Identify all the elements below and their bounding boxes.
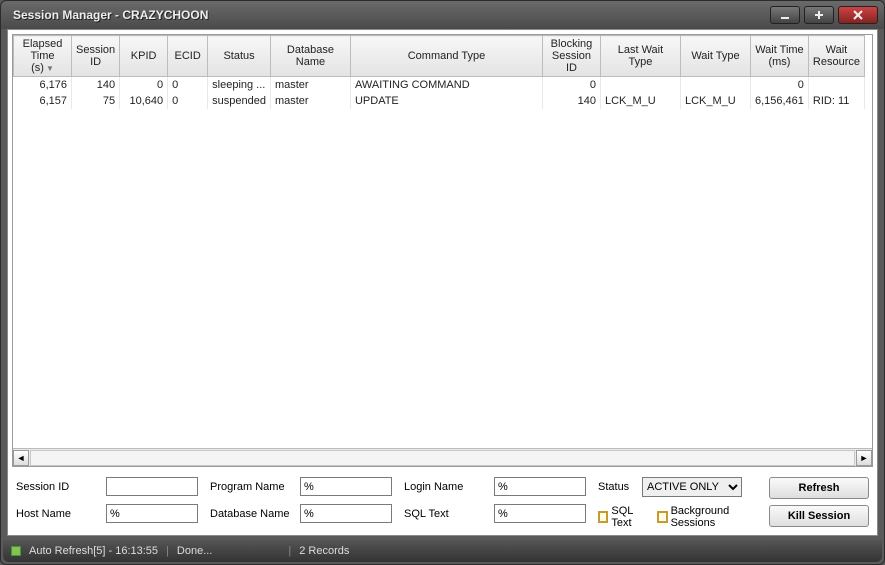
scroll-right-button[interactable]: ► [856, 450, 872, 466]
background-sessions-checkbox[interactable]: Background Sessions [657, 505, 757, 529]
minimize-button[interactable] [770, 6, 800, 24]
column-header[interactable]: KPID [120, 36, 168, 77]
kill-session-button[interactable]: Kill Session [769, 505, 869, 527]
cell-lastwait: LCK_M_U [600, 93, 680, 109]
status-auto-refresh: Auto Refresh[5] - 16:13:55 [29, 545, 158, 557]
status-separator: | [288, 545, 291, 557]
cell-session: 75 [72, 93, 120, 109]
statusbar: Auto Refresh[5] - 16:13:55 | Done... | 2… [3, 540, 882, 562]
cell-wait: LCK_M_U [680, 93, 750, 109]
cell-status: suspended [208, 93, 271, 109]
filters-panel: Session ID Host Name Program Name Databa… [8, 471, 877, 535]
database-name-label: Database Name [210, 508, 296, 520]
cell-status: sleeping ... [208, 77, 271, 93]
cell-kpid: 10,640 [120, 93, 168, 109]
column-header[interactable]: Wait Time (ms) [750, 36, 808, 77]
cell-waitms: 0 [750, 77, 808, 93]
sql-text-checkbox-label: SQL Text [611, 505, 647, 529]
window-title: Session Manager - CRAZYCHOON [7, 8, 770, 22]
host-name-label: Host Name [16, 508, 102, 520]
cell-session: 140 [72, 77, 120, 93]
cell-waitres: RID: 11 [808, 93, 864, 109]
column-header[interactable]: Wait Type [680, 36, 750, 77]
cell-waitres [808, 77, 864, 93]
database-name-input[interactable] [300, 504, 392, 523]
background-sessions-checkbox-label: Background Sessions [671, 505, 757, 529]
status-led-icon [11, 546, 21, 556]
cell-wait [680, 77, 750, 93]
session-id-label: Session ID [16, 481, 102, 493]
host-name-input[interactable] [106, 504, 198, 523]
status-separator: | [166, 545, 169, 557]
table-row[interactable]: 6,1577510,6400suspendedmasterUPDATE140LC… [14, 93, 865, 109]
cell-cmd: AWAITING COMMAND [350, 77, 542, 93]
window-buttons [770, 6, 878, 24]
status-label: Status [598, 481, 638, 493]
login-name-input[interactable] [494, 477, 586, 496]
checkbox-icon [657, 511, 668, 523]
sort-desc-icon: ▼ [46, 64, 54, 73]
cell-elapsed: 6,157 [14, 93, 72, 109]
cell-ecid: 0 [168, 93, 208, 109]
cell-elapsed: 6,176 [14, 77, 72, 93]
column-header[interactable]: Command Type [350, 36, 542, 77]
cell-block: 140 [542, 93, 600, 109]
login-name-label: Login Name [404, 481, 490, 493]
cell-ecid: 0 [168, 77, 208, 93]
column-header[interactable]: Status [208, 36, 271, 77]
maximize-button[interactable] [804, 6, 834, 24]
close-button[interactable] [838, 6, 878, 24]
column-header[interactable]: Session ID [72, 36, 120, 77]
status-done: Done... [177, 545, 212, 557]
session-id-input[interactable] [106, 477, 198, 496]
column-header[interactable]: ECID [168, 36, 208, 77]
cell-kpid: 0 [120, 77, 168, 93]
sql-text-checkbox[interactable]: SQL Text [598, 505, 647, 529]
window: Session Manager - CRAZYCHOON Elapsed Tim… [0, 0, 885, 565]
titlebar[interactable]: Session Manager - CRAZYCHOON [1, 1, 884, 29]
client-area: Elapsed Time (s)▼Session IDKPIDECIDStatu… [7, 29, 878, 536]
column-header[interactable]: Last Wait Type [600, 36, 680, 77]
sql-text-filter-label: SQL Text [404, 508, 490, 520]
scroll-left-button[interactable]: ◄ [13, 450, 29, 466]
cell-db: master [270, 93, 350, 109]
program-name-input[interactable] [300, 477, 392, 496]
checkbox-icon [598, 511, 608, 523]
cell-waitms: 6,156,461 [750, 93, 808, 109]
status-select[interactable]: ACTIVE ONLY [642, 477, 742, 497]
sessions-grid[interactable]: Elapsed Time (s)▼Session IDKPIDECIDStatu… [13, 35, 872, 448]
grid-wrap: Elapsed Time (s)▼Session IDKPIDECIDStatu… [12, 34, 873, 467]
status-record-count: 2 Records [299, 545, 349, 557]
cell-lastwait [600, 77, 680, 93]
column-header[interactable]: Elapsed Time (s)▼ [14, 36, 72, 77]
cell-block: 0 [542, 77, 600, 93]
table-row[interactable]: 6,17614000sleeping ...masterAWAITING COM… [14, 77, 865, 93]
horizontal-scrollbar[interactable]: ◄ ► [13, 448, 872, 466]
column-header[interactable]: Database Name [270, 36, 350, 77]
program-name-label: Program Name [210, 481, 296, 493]
sql-text-filter-input[interactable] [494, 504, 586, 523]
scroll-track[interactable] [30, 450, 855, 466]
refresh-button[interactable]: Refresh [769, 477, 869, 499]
cell-db: master [270, 77, 350, 93]
cell-cmd: UPDATE [350, 93, 542, 109]
column-header[interactable]: Wait Resource [808, 36, 864, 77]
column-header[interactable]: Blocking Session ID [542, 36, 600, 77]
